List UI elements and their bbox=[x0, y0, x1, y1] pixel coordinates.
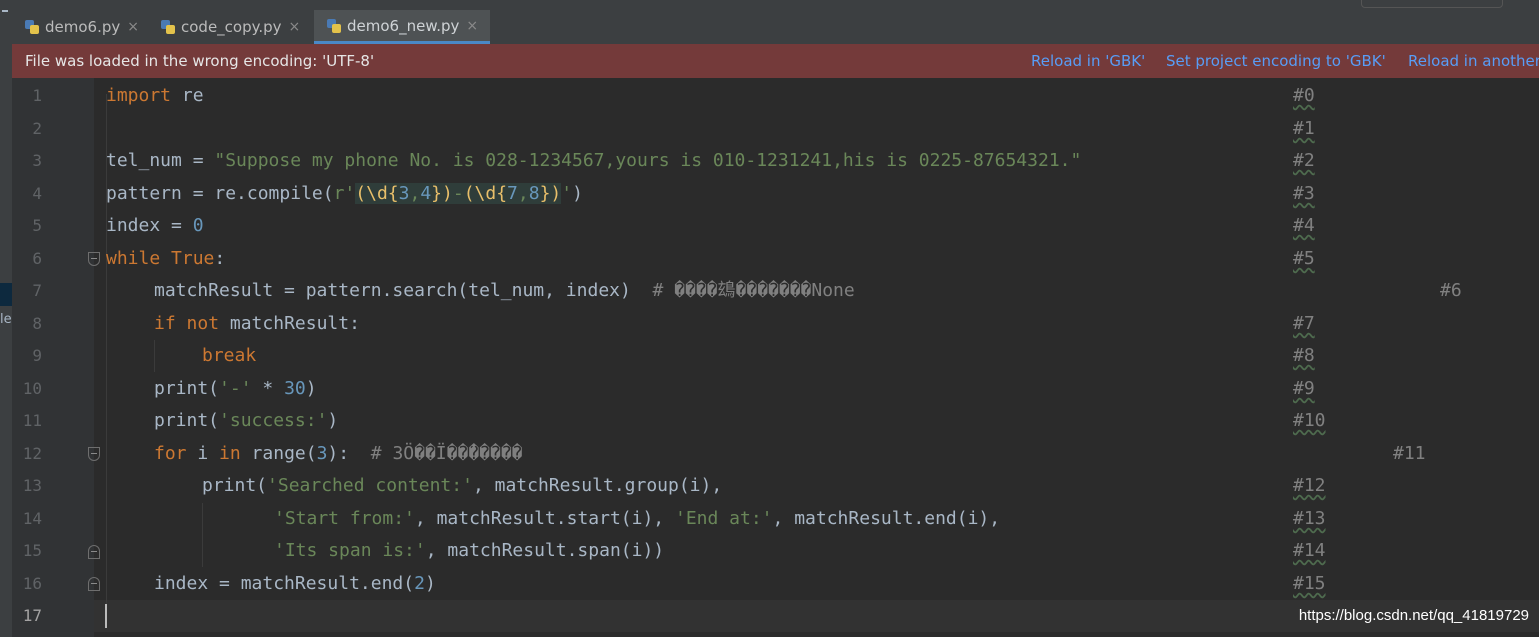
fold-while-icon[interactable] bbox=[88, 252, 100, 266]
line-marker: #14 bbox=[1293, 540, 1326, 561]
line-number: 2 bbox=[32, 119, 42, 138]
code-line-12: for i in range(3): # 3Ö��Ï��̽����� bbox=[154, 443, 523, 464]
line-number: 13 bbox=[22, 476, 42, 495]
line-number: 6 bbox=[32, 249, 42, 268]
line-number: 9 bbox=[32, 346, 42, 365]
code-editor[interactable]: 1 2 3 4 5 6 7 8 9 10 11 12 13 14 15 16 1… bbox=[12, 78, 1539, 637]
line-marker: #10 bbox=[1293, 410, 1326, 431]
code-line-4: pattern = re.compile(r'(\d{3,4})-(\d{7,8… bbox=[106, 183, 583, 204]
close-icon[interactable]: × bbox=[466, 18, 478, 34]
indent-guide bbox=[202, 503, 203, 567]
project-selection-highlight bbox=[0, 283, 12, 306]
encoding-warning-banner: File was loaded in the wrong encoding: '… bbox=[12, 44, 1539, 78]
python-file-icon bbox=[326, 18, 342, 34]
tab-demo6[interactable]: demo6.py × bbox=[24, 10, 139, 44]
toolbar-strip bbox=[12, 0, 1539, 10]
line-marker: #9 bbox=[1293, 378, 1315, 399]
line-number-current: 17 bbox=[22, 606, 42, 625]
line-marker: #4 bbox=[1293, 215, 1315, 236]
code-line-5: index = 0 bbox=[106, 215, 204, 236]
line-number: 12 bbox=[22, 444, 42, 463]
tab-label: demo6_new.py bbox=[347, 16, 460, 35]
line-number: 16 bbox=[22, 574, 42, 593]
line-marker: #5 bbox=[1293, 248, 1315, 269]
line-marker: #8 bbox=[1293, 345, 1315, 366]
line-number: 8 bbox=[32, 314, 42, 333]
line-number: 15 bbox=[22, 541, 42, 560]
tab-demo6-new[interactable]: demo6_new.py × bbox=[314, 10, 491, 44]
tab-label: demo6.py bbox=[45, 18, 121, 36]
line-number: 5 bbox=[32, 216, 42, 235]
line-number: 1 bbox=[32, 86, 42, 105]
reload-another-link[interactable]: Reload in another bbox=[1408, 52, 1539, 70]
code-line-14: 'Start from:', matchResult.start(i), 'En… bbox=[274, 508, 1001, 529]
python-file-icon bbox=[160, 19, 176, 35]
watermark-url: https://blog.csdn.net/qq_41819729 bbox=[1298, 607, 1529, 624]
tab-code-copy[interactable]: code_copy.py × bbox=[160, 10, 300, 44]
line-marker: #6 bbox=[1440, 280, 1462, 301]
code-line-9: break bbox=[202, 345, 257, 366]
code-line-1: import re bbox=[106, 85, 204, 106]
reload-gbk-link[interactable]: Reload in 'GBK' bbox=[1031, 52, 1145, 70]
line-number: 4 bbox=[32, 184, 42, 203]
run-config-box[interactable] bbox=[1361, 0, 1503, 8]
line-marker: #15 bbox=[1293, 573, 1326, 594]
set-project-encoding-link[interactable]: Set project encoding to 'GBK' bbox=[1166, 52, 1386, 70]
line-marker: #12 bbox=[1293, 475, 1326, 496]
line-marker: #2 bbox=[1293, 150, 1315, 171]
code-line-10: print('-' * 30) bbox=[154, 378, 317, 399]
tab-label: code_copy.py bbox=[181, 18, 282, 36]
fold-for-icon[interactable] bbox=[88, 447, 100, 461]
text-caret bbox=[105, 604, 107, 628]
line-marker: #13 bbox=[1293, 508, 1326, 529]
line-number: 3 bbox=[32, 151, 42, 170]
code-line-7: matchResult = pattern.search(tel_num, in… bbox=[154, 280, 855, 301]
code-line-3: tel_num = "Suppose my phone No. is 028-1… bbox=[106, 150, 1082, 171]
fold-end-icon[interactable] bbox=[88, 545, 100, 559]
close-icon[interactable]: × bbox=[289, 19, 301, 35]
line-marker: #0 bbox=[1293, 85, 1315, 106]
code-line-16: index = matchResult.end(2) bbox=[154, 573, 436, 594]
code-line-13: print('Searched content:', matchResult.g… bbox=[202, 475, 723, 496]
python-file-icon bbox=[24, 19, 40, 35]
collapse-icon[interactable] bbox=[2, 10, 8, 12]
line-marker: #3 bbox=[1293, 183, 1315, 204]
line-marker: #1 bbox=[1293, 118, 1315, 139]
project-item-fragment[interactable]: le bbox=[0, 312, 12, 327]
fold-end-icon[interactable] bbox=[88, 577, 100, 591]
line-marker: #7 bbox=[1293, 313, 1315, 334]
code-line-8: if not matchResult: bbox=[154, 313, 360, 334]
code-line-11: print('success:') bbox=[154, 410, 339, 431]
line-marker: #11 bbox=[1393, 443, 1426, 464]
line-number: 7 bbox=[32, 281, 42, 300]
encoding-warning-message: File was loaded in the wrong encoding: '… bbox=[25, 52, 375, 70]
code-line-6: while True: bbox=[106, 248, 226, 269]
line-number: 14 bbox=[22, 509, 42, 528]
line-number: 11 bbox=[22, 411, 42, 430]
line-number: 10 bbox=[22, 379, 42, 398]
close-icon[interactable]: × bbox=[127, 19, 139, 35]
indent-guide bbox=[154, 340, 155, 372]
editor-tab-bar: demo6.py × code_copy.py × demo6_new.py × bbox=[12, 10, 1539, 44]
code-line-15: 'Its span is:', matchResult.span(i)) bbox=[274, 540, 665, 561]
